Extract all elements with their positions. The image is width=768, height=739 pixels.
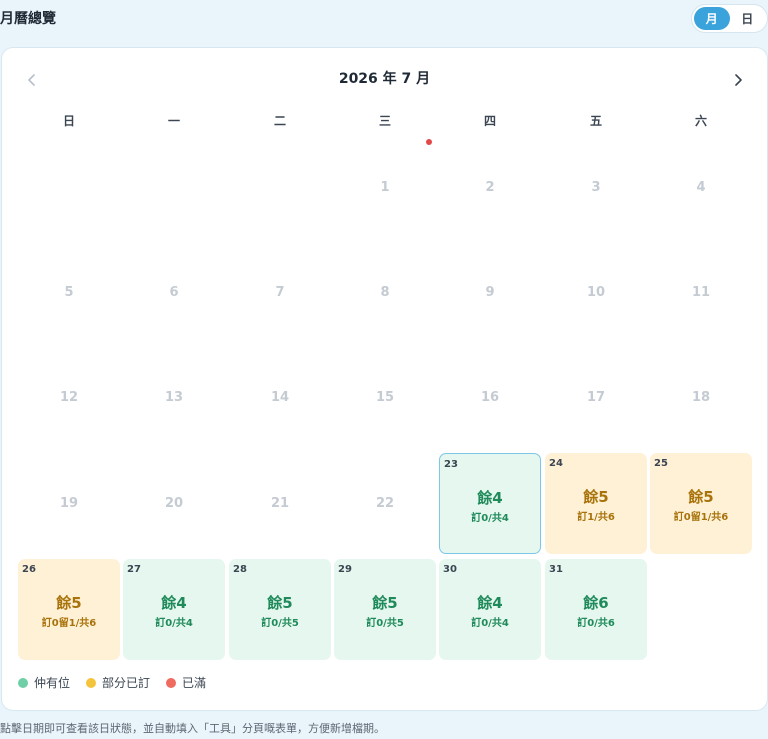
legend-item-available: 仲有位 bbox=[18, 674, 70, 691]
day-number: 26 bbox=[22, 564, 36, 575]
booking-summary: 訂0/共4 bbox=[471, 513, 509, 524]
calendar-day-cell[interactable]: 24 餘5 訂1/共6 bbox=[545, 453, 647, 554]
remaining-count: 餘5 bbox=[56, 594, 82, 612]
legend-label: 已滿 bbox=[182, 676, 207, 690]
calendar-day-disabled: 10 bbox=[586, 284, 606, 300]
legend-label: 仲有位 bbox=[34, 676, 71, 690]
calendar-day-disabled: 3 bbox=[591, 179, 601, 195]
calendar-day-disabled: 4 bbox=[696, 179, 706, 195]
calendar-day-disabled: 14 bbox=[270, 389, 290, 405]
weekday-header: 二 bbox=[273, 114, 286, 128]
month-title: 2026 年 7 月 bbox=[338, 71, 431, 87]
calendar-day-cell[interactable]: 31 餘6 訂0/共6 bbox=[545, 559, 647, 660]
weekday-header: 一 bbox=[167, 114, 180, 128]
calendar-day-disabled: 16 bbox=[480, 389, 500, 405]
legend-dot-available bbox=[18, 677, 28, 688]
remaining-count: 餘4 bbox=[161, 594, 187, 612]
remaining-count: 餘5 bbox=[267, 594, 293, 612]
month-view-button[interactable]: 月 bbox=[694, 7, 730, 30]
calendar-day-cell[interactable]: 27 餘4 訂0/共4 bbox=[123, 559, 225, 660]
day-number: 27 bbox=[127, 564, 141, 575]
remaining-count: 餘5 bbox=[583, 488, 609, 506]
booking-summary: 訂0/共6 bbox=[577, 618, 615, 629]
legend-dot-full bbox=[166, 677, 177, 688]
next-month-button[interactable] bbox=[726, 68, 750, 92]
weekday-header: 六 bbox=[694, 114, 707, 128]
calendar-day-disabled: 6 bbox=[169, 284, 179, 300]
calendar-day-disabled: 5 bbox=[64, 284, 74, 300]
day-number: 31 bbox=[549, 564, 563, 575]
booking-summary: 訂0/共5 bbox=[261, 618, 299, 629]
booking-summary: 訂0留1/共6 bbox=[673, 512, 729, 523]
calendar-day-cell[interactable]: 25 餘5 訂0留1/共6 bbox=[650, 453, 752, 554]
remaining-count: 餘5 bbox=[688, 488, 714, 506]
weekday-header: 日 bbox=[62, 114, 75, 128]
calendar-day-disabled: 18 bbox=[691, 389, 711, 405]
calendar-day-cell[interactable]: 26 餘5 訂0留1/共6 bbox=[18, 559, 120, 660]
calendar-day-disabled: 15 bbox=[375, 389, 395, 405]
day-number: 24 bbox=[549, 458, 563, 469]
booking-summary: 訂1/共6 bbox=[577, 512, 615, 523]
calendar-day-disabled: 2 bbox=[485, 179, 495, 195]
page-title: 月曆總覽 bbox=[0, 11, 56, 27]
calendar-day-disabled: 11 bbox=[691, 284, 711, 300]
legend-dot-partial bbox=[86, 677, 97, 688]
calendar-day-disabled: 8 bbox=[380, 284, 390, 300]
legend-label: 部分已訂 bbox=[102, 676, 151, 690]
legend-item-partial: 部分已訂 bbox=[86, 674, 150, 691]
weekday-header: 三 bbox=[378, 114, 391, 128]
legend-item-full: 已滿 bbox=[166, 674, 206, 691]
calendar-day-cell[interactable]: 29 餘5 訂0/共5 bbox=[334, 559, 436, 660]
day-number: 23 bbox=[444, 459, 458, 470]
calendar-day-cell[interactable]: 30 餘4 訂0/共4 bbox=[439, 559, 541, 660]
calendar-day-cell[interactable]: 28 餘5 訂0/共5 bbox=[229, 559, 331, 660]
remaining-count: 餘6 bbox=[583, 594, 609, 612]
remaining-count: 餘4 bbox=[477, 489, 503, 507]
calendar-day-disabled: 17 bbox=[586, 389, 606, 405]
calendar-day-disabled: 19 bbox=[59, 495, 79, 511]
weekday-header: 四 bbox=[483, 114, 496, 128]
booking-summary: 訂0留1/共6 bbox=[41, 618, 97, 629]
chevron-right-icon bbox=[735, 74, 742, 86]
day-number: 28 bbox=[233, 564, 247, 575]
booking-summary: 訂0/共5 bbox=[366, 618, 404, 629]
booking-summary: 訂0/共4 bbox=[471, 618, 509, 629]
legend: 仲有位 部分已訂 已滿 bbox=[18, 674, 206, 691]
calendar-day-disabled: 9 bbox=[485, 284, 495, 300]
day-number: 30 bbox=[443, 564, 457, 575]
weekday-header: 五 bbox=[589, 114, 602, 128]
day-view-button[interactable]: 日 bbox=[730, 7, 766, 30]
view-toggle: 月 日 bbox=[691, 4, 768, 33]
calendar-day-disabled: 22 bbox=[375, 495, 395, 511]
day-number: 25 bbox=[654, 458, 668, 469]
calendar-day-cell[interactable]: 23 餘4 訂0/共4 bbox=[439, 453, 541, 554]
calendar-day-disabled: 1 bbox=[380, 179, 390, 195]
booking-summary: 訂0/共4 bbox=[155, 618, 193, 629]
calendar-day-disabled: 21 bbox=[270, 495, 290, 511]
calendar-day-disabled: 7 bbox=[275, 284, 285, 300]
remaining-count: 餘5 bbox=[372, 594, 398, 612]
calendar-card: 2026 年 7 月 日一二三四五六 1 2 3 4 5 6 7 8 9 10 11 12 13 14 15… bbox=[1, 47, 768, 711]
remaining-count: 餘4 bbox=[477, 594, 503, 612]
day-number: 29 bbox=[338, 564, 352, 575]
calendar-day-disabled: 20 bbox=[164, 495, 184, 511]
calendar-day-disabled: 12 bbox=[59, 389, 79, 405]
footer-hint: 點擊日期即可查看該日狀態，並自動填入「工具」分頁嘅表單，方便新增檔期。 bbox=[0, 722, 385, 735]
calendar-day-disabled: 13 bbox=[164, 389, 184, 405]
